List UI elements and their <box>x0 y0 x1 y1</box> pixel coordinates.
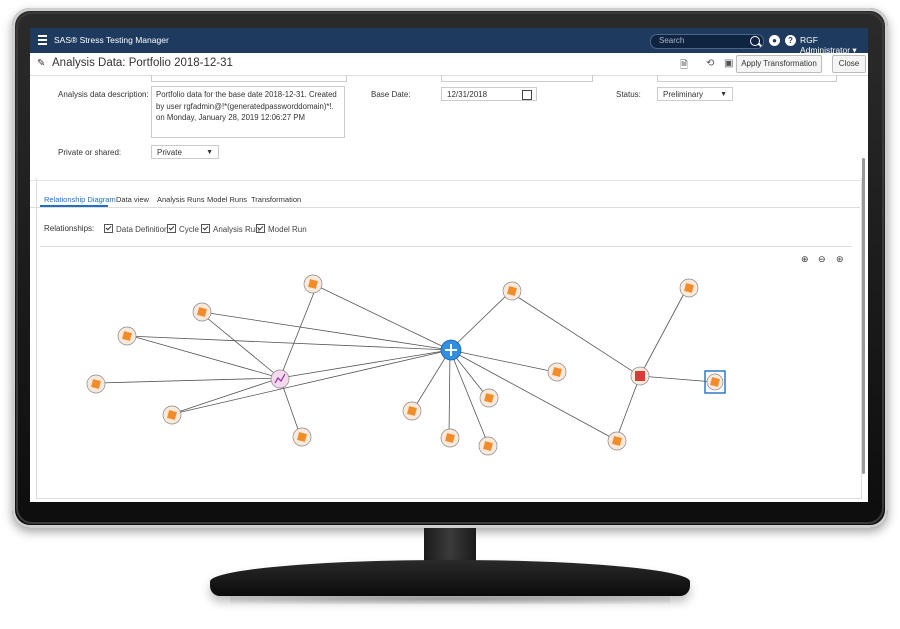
status-label: Status: <box>616 90 641 99</box>
private-value: Private <box>157 148 182 157</box>
screen: SAS® Stress Testing Manager Search ● ? R… <box>30 28 868 502</box>
page-title: Analysis Data: Portfolio 2018-12-31 <box>52 57 233 69</box>
status-select[interactable]: Preliminary ▼ <box>657 87 733 101</box>
save-icon[interactable]: ▣ <box>724 58 733 69</box>
help-icon[interactable]: ? <box>785 35 796 46</box>
close-button[interactable]: Close <box>832 55 866 73</box>
search-icon[interactable] <box>750 36 760 46</box>
bell-icon[interactable]: ● <box>769 35 780 46</box>
description-field[interactable]: Portfolio data for the base date 2018-12… <box>151 86 345 138</box>
app-title: SAS® Stress Testing Manager <box>54 35 169 45</box>
private-select[interactable]: Private ▼ <box>151 145 219 159</box>
status-value: Preliminary <box>663 90 704 99</box>
private-label: Private or shared: <box>58 148 122 157</box>
page-header: ✎ Analysis Data: Portfolio 2018-12-31 🗎 … <box>30 53 868 76</box>
description-label: Analysis data description: <box>58 90 149 99</box>
app-bar: SAS® Stress Testing Manager Search ● ? R… <box>30 28 868 55</box>
scrollbar[interactable] <box>862 158 865 474</box>
history-icon[interactable]: ⟲ <box>706 58 714 69</box>
calendar-icon[interactable] <box>522 90 532 100</box>
edit-data-icon: ✎ <box>37 58 46 69</box>
base-date-field[interactable]: 12/31/2018 <box>441 87 537 101</box>
base-date-value: 12/31/2018 <box>447 90 488 99</box>
document-icon[interactable]: 🗎 <box>680 58 688 75</box>
chevron-down-icon: ▼ <box>720 91 727 98</box>
monitor-base <box>210 560 690 596</box>
apply-transformation-button[interactable]: Apply Transformation <box>736 55 822 73</box>
search-placeholder: Search <box>659 36 685 45</box>
chevron-down-icon: ▼ <box>206 149 213 156</box>
menu-icon[interactable] <box>38 35 47 46</box>
search-input[interactable]: Search <box>650 34 764 49</box>
base-date-label: Base Date: <box>371 90 411 99</box>
